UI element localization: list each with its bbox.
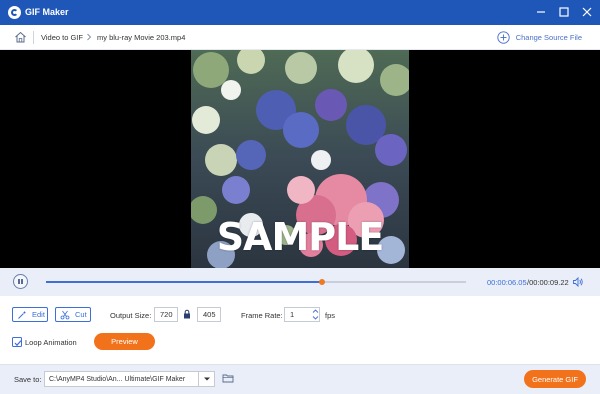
volume-icon[interactable] [572, 276, 584, 288]
gif-settings-panel: Edit Cut Output Size: 720 405 Frame Rate… [0, 296, 600, 364]
lock-icon[interactable] [183, 309, 191, 319]
cut-button[interactable]: Cut [55, 307, 91, 322]
loop-animation-label: Loop Animation [25, 338, 77, 347]
minimize-icon[interactable] [534, 5, 548, 19]
save-path-dropdown-icon[interactable] [198, 372, 214, 386]
gif-maker-window: GIF Maker Video to GIF my blu-ray Movie … [0, 0, 600, 394]
output-size-label: Output Size: [110, 311, 152, 320]
current-time: 00:00:06.05 [487, 278, 527, 287]
change-source-file-label: Change Source File [515, 33, 582, 42]
scissors-icon [60, 310, 70, 319]
save-bar: Save to: C:\AnyMP4 Studio\An... Ultimate… [0, 364, 600, 394]
frame-rate-label: Frame Rate: [241, 311, 283, 320]
timeline-slider[interactable] [46, 278, 466, 285]
breadcrumb-file-name: my blu-ray Movie 203.mp4 [97, 33, 186, 42]
timeline-handle[interactable] [318, 278, 325, 285]
app-logo-icon [8, 6, 21, 19]
title-bar: GIF Maker [0, 0, 600, 25]
output-width-input[interactable]: 720 [154, 307, 178, 322]
fps-unit-label: fps [325, 311, 336, 320]
video-frame-image: SAMPLE [191, 50, 409, 268]
timeline-progress [46, 281, 322, 283]
edit-button[interactable]: Edit [12, 307, 48, 322]
maximize-icon[interactable] [557, 5, 571, 19]
cut-label: Cut [75, 310, 87, 319]
save-path-select[interactable]: C:\AnyMP4 Studio\An... Ultimate\GIF Make… [44, 371, 215, 387]
save-to-label: Save to: [14, 375, 42, 384]
magic-wand-icon [18, 310, 26, 319]
output-height-input[interactable]: 405 [197, 307, 221, 322]
close-icon[interactable] [580, 5, 594, 19]
change-source-file-button[interactable]: Change Source File [497, 31, 582, 44]
edit-label: Edit [32, 310, 45, 319]
plus-circle-icon [497, 31, 510, 44]
generate-gif-button[interactable]: Generate GIF [524, 370, 586, 388]
total-time: /00:00:09.22 [527, 278, 569, 287]
home-icon[interactable] [14, 31, 27, 43]
loop-animation-checkbox[interactable] [12, 337, 22, 347]
breadcrumb-video-to-gif[interactable]: Video to GIF [41, 33, 83, 42]
sample-watermark: SAMPLE [216, 215, 385, 259]
video-preview-area: SAMPLE [0, 50, 600, 268]
chevron-right-icon [85, 32, 93, 42]
open-folder-icon[interactable] [222, 372, 234, 384]
frame-rate-stepper[interactable] [311, 307, 320, 322]
window-title: GIF Maker [25, 7, 69, 17]
pause-button[interactable] [13, 274, 28, 289]
preview-button[interactable]: Preview [94, 333, 155, 350]
playback-bar: 00:00:06.05 /00:00:09.22 [0, 268, 600, 296]
breadcrumb-divider [33, 31, 34, 44]
breadcrumb-bar: Video to GIF my blu-ray Movie 203.mp4 Ch… [0, 25, 600, 50]
